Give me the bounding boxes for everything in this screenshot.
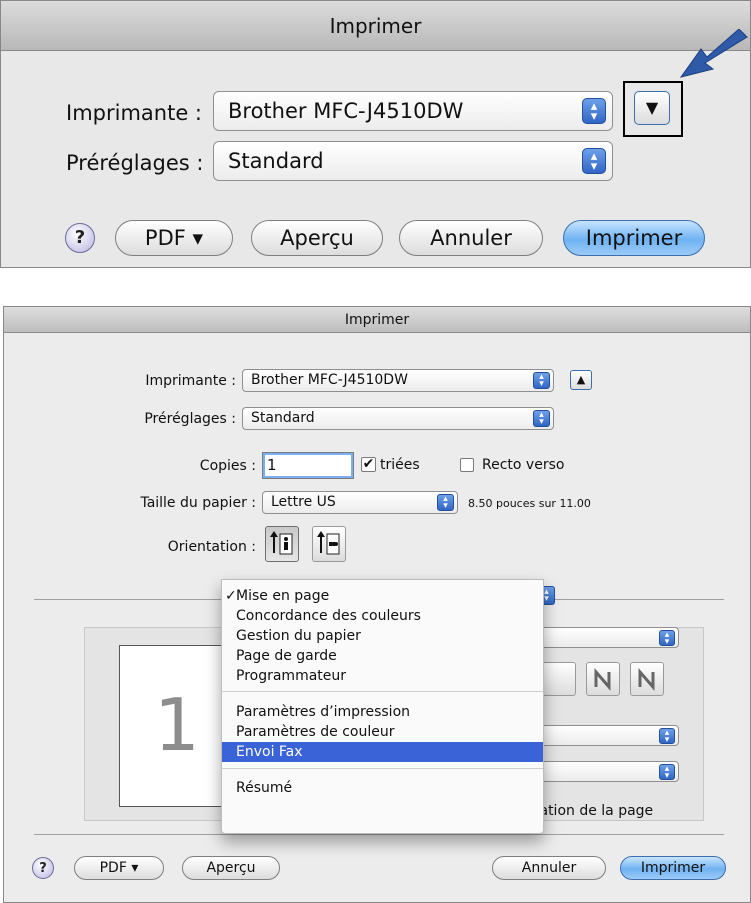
layout-direction-button-1[interactable] xyxy=(542,662,576,696)
printer-value: Brother MFC-J4510DW xyxy=(228,99,464,123)
printer-value: Brother MFC-J4510DW xyxy=(251,372,408,388)
menu-item-parametres-couleur[interactable]: Paramètres de couleur xyxy=(222,722,543,742)
portrait-orientation-button[interactable] xyxy=(265,526,299,562)
menu-item-concordance-couleurs[interactable]: Concordance des couleurs xyxy=(222,606,543,626)
presets-popup[interactable]: Standard ▴ ▾ xyxy=(213,141,613,181)
popup-stepper-icon: ▴ ▾ xyxy=(582,98,606,124)
print-dialog-expanded: Imprimer Imprimante : Brother MFC-J4510D… xyxy=(3,306,751,903)
presets-label: Préréglages : xyxy=(144,411,236,427)
popup-stepper-icon: ▴ ▾ xyxy=(659,630,675,647)
popup-stepper-icon: ▴ ▾ xyxy=(533,410,550,427)
pdf-button[interactable]: PDF ▾ xyxy=(74,856,164,880)
menu-item-label: Mise en page xyxy=(236,588,330,604)
paper-size-popup[interactable]: Lettre US ▴ ▾ xyxy=(262,491,458,514)
popup-stepper-icon: ▴ ▾ xyxy=(582,148,606,174)
landscape-orientation-button[interactable] xyxy=(312,526,346,562)
checkmark-icon: ✔ xyxy=(362,456,375,472)
bottom-separator xyxy=(34,834,724,835)
window-title: Imprimer xyxy=(4,307,750,333)
layout-reverse-n-icon xyxy=(638,667,655,692)
print-dialog-zoomed: Imprimer Imprimante : Brother MFC-J4510D… xyxy=(0,0,751,268)
collapse-button[interactable]: ▲ xyxy=(570,370,592,390)
menu-item-parametres-impression[interactable]: Paramètres d’impression xyxy=(222,702,543,722)
layout-popup[interactable]: ▴ ▾ xyxy=(524,627,679,648)
printer-popup[interactable]: Brother MFC-J4510DW ▴ ▾ xyxy=(242,369,554,392)
print-button[interactable]: Imprimer xyxy=(563,220,705,256)
paper-size-value: Lettre US xyxy=(271,494,336,510)
menu-item-programmateur[interactable]: Programmateur xyxy=(222,666,543,686)
paper-size-text: 8.50 pouces sur 11.00 xyxy=(468,497,591,510)
reverse-orientation-label-partial: tation de la page xyxy=(534,803,654,819)
presets-value: Standard xyxy=(251,410,315,426)
page-preview-number: 1 xyxy=(154,683,200,767)
presets-value: Standard xyxy=(228,149,324,173)
presets-label: Préréglages : xyxy=(66,151,204,175)
print-button[interactable]: Imprimer xyxy=(620,856,726,880)
preview-button[interactable]: Aperçu xyxy=(251,220,383,256)
help-button[interactable]: ? xyxy=(65,223,95,253)
presets-popup[interactable]: Standard ▴ ▾ xyxy=(242,407,554,430)
pdf-button[interactable]: PDF ▾ xyxy=(115,220,233,256)
panel-dropdown-menu: ✓ Mise en page Concordance des couleurs … xyxy=(221,579,544,834)
orientation-label: Orientation : xyxy=(167,539,256,555)
two-sided-popup[interactable]: e ▴▾ xyxy=(524,761,679,782)
layout-n-icon xyxy=(594,667,611,692)
menu-separator xyxy=(222,768,543,769)
popup-stepper-icon: ▴ ▾ xyxy=(533,372,550,389)
collated-label: triées xyxy=(380,457,420,473)
collated-checkbox[interactable]: ✔ xyxy=(361,457,376,472)
layout-direction-button-3[interactable] xyxy=(630,662,664,696)
help-button[interactable]: ? xyxy=(32,857,54,879)
preview-button[interactable]: Aperçu xyxy=(182,856,280,880)
disclosure-triangle-icon: ▼ xyxy=(645,98,659,117)
popup-stepper-icon: ▴ ▾ xyxy=(437,494,454,511)
landscape-icon xyxy=(317,531,340,555)
pointer-arrow-icon xyxy=(679,29,748,78)
duplex-label: Recto verso xyxy=(482,457,565,473)
disclosure-button[interactable]: ▼ xyxy=(634,91,670,125)
collapse-triangle-icon: ▲ xyxy=(576,373,586,386)
checkmark-icon: ✓ xyxy=(225,588,237,604)
window-title: Imprimer xyxy=(1,1,750,51)
copies-field[interactable]: 1 xyxy=(262,452,354,479)
portrait-icon xyxy=(270,531,293,555)
menu-separator xyxy=(222,691,543,692)
menu-item-page-de-garde[interactable]: Page de garde xyxy=(222,646,543,666)
printer-label: Imprimante : xyxy=(145,373,236,389)
menu-item-envoi-fax[interactable]: Envoi Fax xyxy=(222,742,543,762)
menu-item-gestion-papier[interactable]: Gestion du papier xyxy=(222,626,543,646)
menu-item-resume[interactable]: Résumé xyxy=(222,778,543,798)
paper-size-label: Taille du papier : xyxy=(140,495,256,511)
printer-popup[interactable]: Brother MFC-J4510DW ▴ ▾ xyxy=(213,91,613,131)
copies-label: Copies : xyxy=(199,458,256,474)
printer-label: Imprimante : xyxy=(66,101,202,125)
popup-stepper-icon: ▴ ▾ xyxy=(659,764,675,781)
border-popup[interactable]: ▴ ▾ xyxy=(524,725,679,746)
cancel-button[interactable]: Annuler xyxy=(399,220,543,256)
layout-direction-button-2[interactable] xyxy=(586,662,620,696)
menu-item-mise-en-page[interactable]: ✓ Mise en page xyxy=(222,586,543,606)
cancel-button[interactable]: Annuler xyxy=(492,856,606,880)
popup-stepper-icon: ▴ ▾ xyxy=(659,728,675,745)
duplex-checkbox[interactable] xyxy=(460,458,474,472)
